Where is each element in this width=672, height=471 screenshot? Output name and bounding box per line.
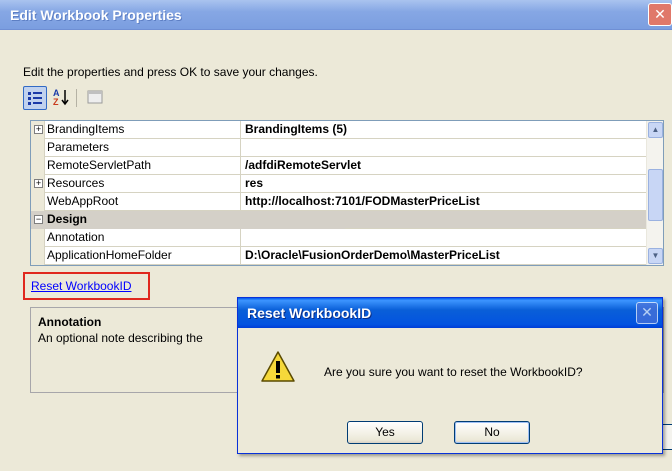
property-pages-icon[interactable] (83, 86, 107, 110)
dialog-titlebar[interactable]: Reset WorkbookID ✕ (238, 298, 662, 328)
grid-row-webapproot[interactable]: WebAppRoot http://localhost:7101/FODMast… (31, 193, 646, 211)
row-gutter (31, 247, 45, 265)
property-value[interactable]: res (241, 175, 646, 193)
grid-row-parameters[interactable]: Parameters (31, 139, 646, 157)
reset-link-highlight: Reset WorkbookID (23, 272, 150, 300)
property-name: Resources (45, 175, 241, 193)
scroll-thumb[interactable] (648, 169, 663, 221)
property-value[interactable] (241, 229, 646, 247)
row-gutter: + (31, 121, 45, 139)
row-gutter: + (31, 175, 45, 193)
no-button[interactable]: No (454, 421, 530, 444)
close-icon[interactable]: ✕ (636, 302, 658, 324)
property-grid: + BrandingItems BrandingItems (5) Parame… (30, 120, 664, 266)
row-gutter (31, 229, 45, 247)
grid-row-resources[interactable]: + Resources res (31, 175, 646, 193)
reset-workbookid-link[interactable]: Reset WorkbookID (31, 279, 131, 293)
alphabetical-icon[interactable]: A Z (49, 86, 73, 110)
collapse-icon[interactable]: − (34, 215, 43, 224)
expand-icon[interactable]: + (34, 125, 43, 134)
property-value[interactable]: D:\Oracle\FusionOrderDemo\MasterPriceLis… (241, 247, 646, 265)
category-name: Design (45, 211, 345, 229)
property-value[interactable] (241, 139, 646, 157)
description-text: An optional note describing the (38, 331, 203, 345)
close-icon[interactable]: ✕ (648, 3, 672, 26)
dialog-message: Are you sure you want to reset the Workb… (324, 365, 583, 379)
property-name: ApplicationHomeFolder (45, 247, 241, 265)
intro-text: Edit the properties and press OK to save… (23, 65, 318, 79)
toolbar-separator (76, 89, 77, 107)
yes-button[interactable]: Yes (347, 421, 423, 444)
property-value[interactable]: BrandingItems (5) (241, 121, 646, 139)
categorized-icon[interactable] (23, 86, 47, 110)
scroll-up-icon[interactable]: ▲ (648, 122, 663, 138)
row-gutter (31, 139, 45, 157)
grid-row-annotation[interactable]: Annotation (31, 229, 646, 247)
expand-icon[interactable]: + (34, 179, 43, 188)
property-name: WebAppRoot (45, 193, 241, 211)
svg-text:Z: Z (53, 97, 59, 107)
edit-workbook-properties-window: Edit Workbook Properties ✕ Edit the prop… (0, 0, 672, 471)
window-title: Edit Workbook Properties (10, 7, 182, 23)
row-gutter: − (31, 211, 45, 229)
description-title: Annotation (38, 315, 102, 329)
dialog-title: Reset WorkbookID (247, 305, 372, 321)
grid-category-design[interactable]: − Design (31, 211, 646, 229)
property-name: Parameters (45, 139, 241, 157)
property-name: RemoteServletPath (45, 157, 241, 175)
property-name: Annotation (45, 229, 241, 247)
scroll-down-icon[interactable]: ▼ (648, 248, 663, 264)
grid-row-applicationhomefolder[interactable]: ApplicationHomeFolder D:\Oracle\FusionOr… (31, 247, 646, 265)
window-titlebar[interactable]: Edit Workbook Properties ✕ (0, 0, 672, 30)
row-gutter (31, 157, 45, 175)
property-toolbar: A Z (23, 86, 143, 112)
grid-row-brandingitems[interactable]: + BrandingItems BrandingItems (5) (31, 121, 646, 139)
grid-scrollbar[interactable]: ▲ ▼ (646, 121, 663, 265)
grid-row-remoteservletpath[interactable]: RemoteServletPath /adfdiRemoteServlet (31, 157, 646, 175)
warning-icon (260, 350, 296, 384)
property-name: BrandingItems (45, 121, 241, 139)
property-value[interactable]: /adfdiRemoteServlet (241, 157, 646, 175)
reset-workbookid-dialog: Reset WorkbookID ✕ Are you sure you want… (237, 297, 663, 454)
property-value[interactable]: http://localhost:7101/FODMasterPriceList (241, 193, 646, 211)
row-gutter (31, 193, 45, 211)
